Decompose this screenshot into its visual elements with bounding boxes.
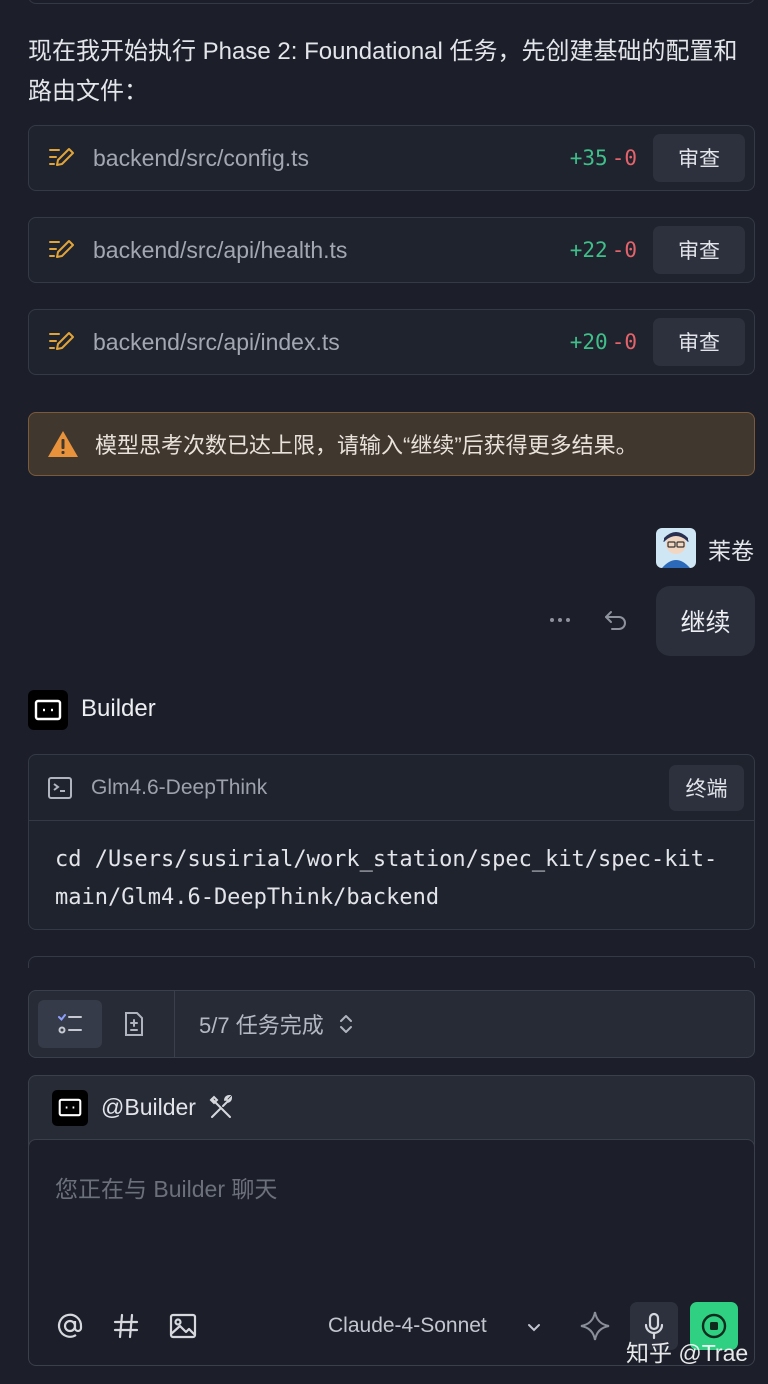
hashtag-icon[interactable] (111, 1311, 141, 1341)
previous-card-edge (28, 0, 755, 4)
lines-added: +20 (569, 330, 608, 354)
builder-logo-icon (52, 1089, 88, 1126)
file-diff-icon (125, 1012, 143, 1036)
user-message-bubble: 继续 (656, 586, 755, 656)
open-terminal-button[interactable]: 终端 (669, 764, 744, 811)
watermark: 知乎 @Trae (626, 1340, 749, 1366)
file-change-card[interactable]: backend/src/config.ts +35 -0 审查 (28, 125, 755, 191)
file-path[interactable]: backend/src/config.ts (93, 145, 570, 172)
file-change-card[interactable]: backend/src/api/health.ts +22 -0 审查 (28, 217, 755, 283)
expand-icon[interactable] (338, 1012, 354, 1036)
lines-removed: -0 (611, 146, 637, 170)
terminal-icon (48, 776, 72, 799)
lines-removed: -0 (611, 238, 637, 262)
sparkle-icon[interactable] (578, 1309, 612, 1343)
tools-icon[interactable] (208, 1094, 234, 1121)
terminal-title: Glm4.6-DeepThink (91, 775, 268, 799)
chat-input[interactable]: 您正在与 Builder 聊天 Claude-4-Sonnet (28, 1139, 755, 1366)
review-button[interactable]: 审查 (653, 226, 745, 274)
file-change-card[interactable]: backend/src/api/index.ts +20 -0 审查 (28, 309, 755, 375)
user-name: 茉卷 (708, 538, 754, 564)
task-progress-bar: 5/7 任务完成 (28, 990, 755, 1058)
chat-composer: @Builder 您正在与 Builder 聊天 Claude-4-Sonnet (28, 1075, 755, 1366)
file-path[interactable]: backend/src/api/index.ts (93, 329, 570, 356)
checklist-icon (58, 1014, 82, 1034)
more-options-icon[interactable] (544, 610, 576, 630)
builder-logo-icon (28, 690, 68, 730)
at-mention-icon[interactable] (55, 1311, 85, 1341)
task-list-tab[interactable] (38, 1000, 102, 1048)
next-card-edge (28, 956, 755, 968)
edit-file-icon (47, 143, 77, 173)
edit-file-icon (47, 235, 77, 265)
limit-warning-banner: 模型思考次数已达上限，请输入“继续”后获得更多结果。 (28, 412, 755, 476)
divider (174, 991, 175, 1057)
undo-icon[interactable] (602, 606, 630, 634)
chevron-down-icon[interactable] (526, 1319, 542, 1335)
composer-header: @Builder (29, 1076, 754, 1139)
agent-mention[interactable]: @Builder (101, 1094, 196, 1121)
lines-removed: -0 (611, 330, 637, 354)
chat-panel: 现在我开始执行 Phase 2: Foundational 任务，先创建基础的配… (0, 0, 768, 1384)
lines-added: +22 (569, 238, 608, 262)
edit-file-icon (47, 327, 77, 357)
image-icon[interactable] (168, 1311, 198, 1341)
model-selector[interactable]: Claude-4-Sonnet (328, 1314, 487, 1338)
user-avatar (656, 528, 696, 568)
assistant-message-text: 现在我开始执行 Phase 2: Foundational 任务，先创建基础的配… (28, 38, 738, 105)
terminal-command: cd /Users/susirial/work_station/spec_kit… (55, 847, 718, 910)
chat-input-placeholder[interactable]: 您正在与 Builder 聊天 (55, 1170, 277, 1204)
task-status-text[interactable]: 5/7 任务完成 (199, 1008, 324, 1040)
lines-added: +35 (569, 146, 608, 170)
review-button[interactable]: 审查 (653, 318, 745, 366)
warning-text: 模型思考次数已达上限，请输入“继续”后获得更多结果。 (95, 433, 638, 458)
terminal-card: Glm4.6-DeepThink 终端 cd /Users/susirial/w… (28, 754, 755, 930)
review-button[interactable]: 审查 (653, 134, 745, 182)
terminal-header: Glm4.6-DeepThink 终端 (29, 755, 754, 821)
agent-name: Builder (81, 695, 156, 722)
warning-icon (48, 431, 78, 457)
file-path[interactable]: backend/src/api/health.ts (93, 237, 570, 264)
task-diff-tab[interactable] (102, 1000, 166, 1048)
